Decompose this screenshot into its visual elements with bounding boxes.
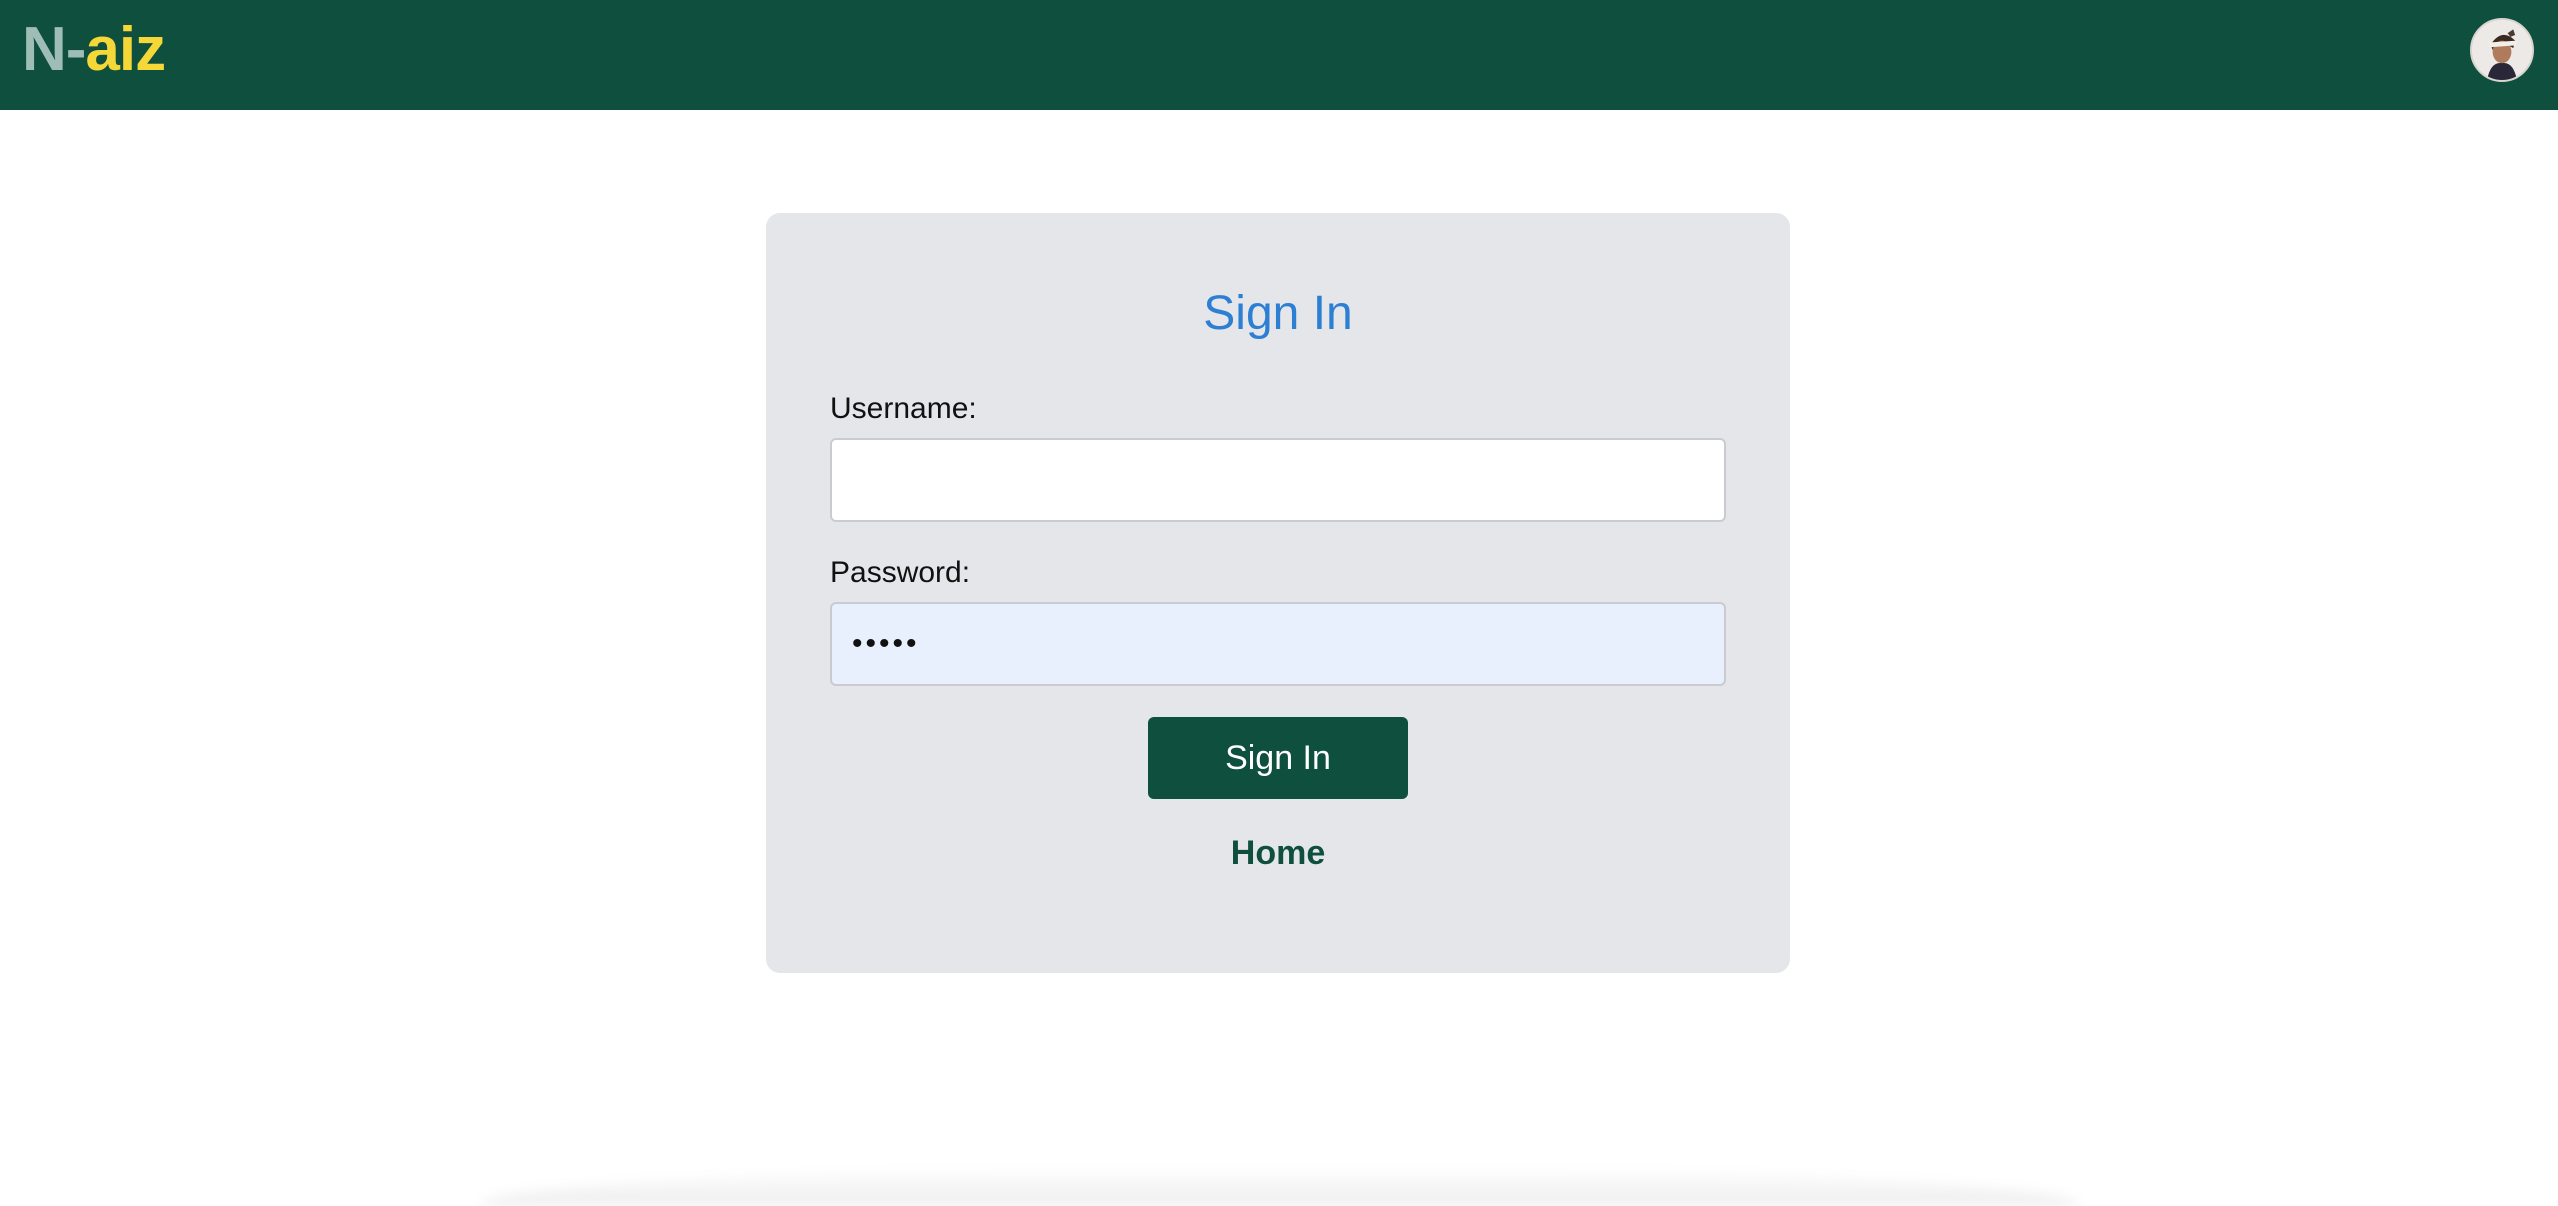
username-label: Username: [830, 392, 977, 425]
app-logo[interactable]: N-aiz [22, 14, 166, 86]
signin-card: Sign In Username: Password: ••••• Sign I… [766, 213, 1790, 973]
logo-text-aiz: aiz [85, 15, 166, 84]
signin-title: Sign In [1203, 287, 1353, 340]
avatar-illustration [2472, 20, 2532, 80]
logo-text-n: N- [22, 15, 86, 84]
password-label: Password: [830, 556, 971, 589]
password-input[interactable]: ••••• [830, 602, 1726, 686]
username-input[interactable] [830, 438, 1726, 522]
user-avatar-icon[interactable] [2470, 18, 2534, 82]
bottom-shadow-decoration [480, 1166, 2080, 1206]
top-navbar: N-aiz [0, 0, 2558, 110]
password-masked-value: ••••• [852, 627, 920, 660]
signin-button[interactable]: Sign In [1148, 717, 1408, 799]
home-link[interactable]: Home [766, 833, 1790, 873]
